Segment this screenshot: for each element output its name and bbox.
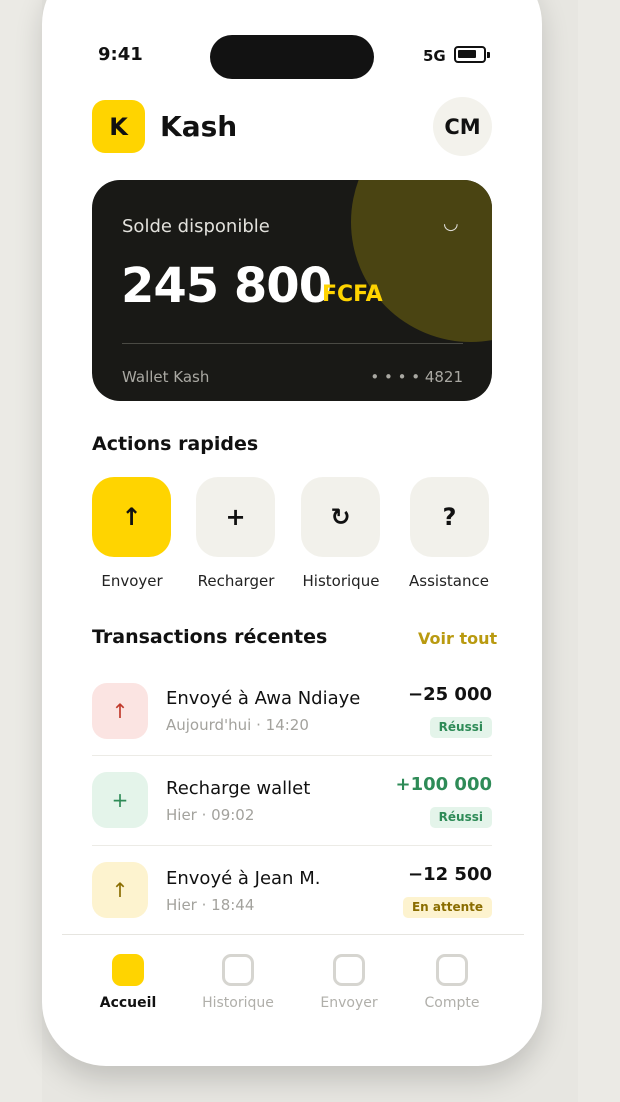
nav-label: Accueil: [99, 995, 157, 1011]
plus-icon: +: [225, 503, 246, 531]
arrow-up-icon: ↑: [121, 503, 142, 531]
nav-label: Historique: [202, 995, 274, 1011]
balance-currency: FCFA: [322, 282, 383, 307]
app-logo: K: [92, 100, 145, 153]
plus-icon: +: [92, 772, 148, 828]
transaction-subtitle: Hier · 18:44: [166, 896, 255, 914]
question-icon: ?: [442, 503, 457, 531]
card-number: • • • • 4821: [370, 368, 463, 386]
quick-actions-title: Actions rapides: [92, 433, 259, 455]
transaction-amount: +100 000: [395, 774, 493, 795]
transaction-subtitle: Aujourd'hui · 14:20: [166, 716, 309, 734]
chevron-down-icon[interactable]: ◡: [443, 213, 459, 234]
row-divider: [92, 845, 492, 846]
card-decoration: [351, 180, 492, 342]
status-badge: Réussi: [429, 717, 492, 738]
nav-divider: [62, 934, 524, 935]
status-time: 9:41: [98, 44, 143, 65]
nav-label: Compte: [424, 995, 480, 1011]
transaction-subtitle: Hier · 09:02: [166, 806, 255, 824]
card-divider: [122, 343, 463, 344]
transaction-amount: −12 500: [408, 864, 492, 885]
dynamic-island: [210, 35, 374, 79]
transaction-title: Recharge wallet: [166, 778, 311, 799]
assistance-action-label: Assistance: [409, 572, 489, 590]
account-icon: [436, 954, 468, 986]
recharge-action-label: Recharger: [197, 572, 275, 590]
status-badge: Réussi: [429, 807, 492, 828]
status-badge: En attente: [402, 897, 492, 918]
balance-label: Solde disponible: [122, 216, 270, 237]
wallet-name: Wallet Kash: [122, 368, 210, 386]
history-icon: [222, 954, 254, 986]
history-action-label: Historique: [302, 572, 380, 590]
refresh-icon: ↻: [330, 503, 351, 531]
nav-label: Envoyer: [320, 995, 378, 1011]
transaction-amount: −25 000: [408, 684, 492, 705]
avatar[interactable]: CM: [433, 97, 492, 156]
transaction-title: Envoyé à Jean M.: [166, 868, 321, 889]
recharge-action-button[interactable]: +: [196, 477, 275, 557]
app-title: Kash: [160, 110, 238, 143]
transaction-title: Envoyé à Awa Ndiaye: [166, 688, 361, 709]
transactions-title: Transactions récentes: [92, 626, 328, 648]
send-action-label: Envoyer: [101, 572, 163, 590]
home-icon: [112, 954, 144, 986]
send-action-button[interactable]: ↑: [92, 477, 171, 557]
see-all-link[interactable]: Voir tout: [418, 629, 497, 648]
phone-frame: 9:41 5G K Kash CM Solde disponible ◡ 245…: [42, 0, 542, 1066]
arrow-up-icon: ↑: [92, 862, 148, 918]
row-divider: [92, 755, 492, 756]
arrow-up-icon: ↑: [92, 683, 148, 739]
battery-icon: [454, 46, 490, 63]
balance-card[interactable]: Solde disponible ◡ 245 800 FCFA Wallet K…: [92, 180, 492, 401]
history-action-button[interactable]: ↻: [301, 477, 380, 557]
assistance-action-button[interactable]: ?: [410, 477, 489, 557]
send-icon: [333, 954, 365, 986]
network-indicator: 5G: [423, 47, 446, 65]
balance-amount: 245 800: [121, 258, 332, 314]
